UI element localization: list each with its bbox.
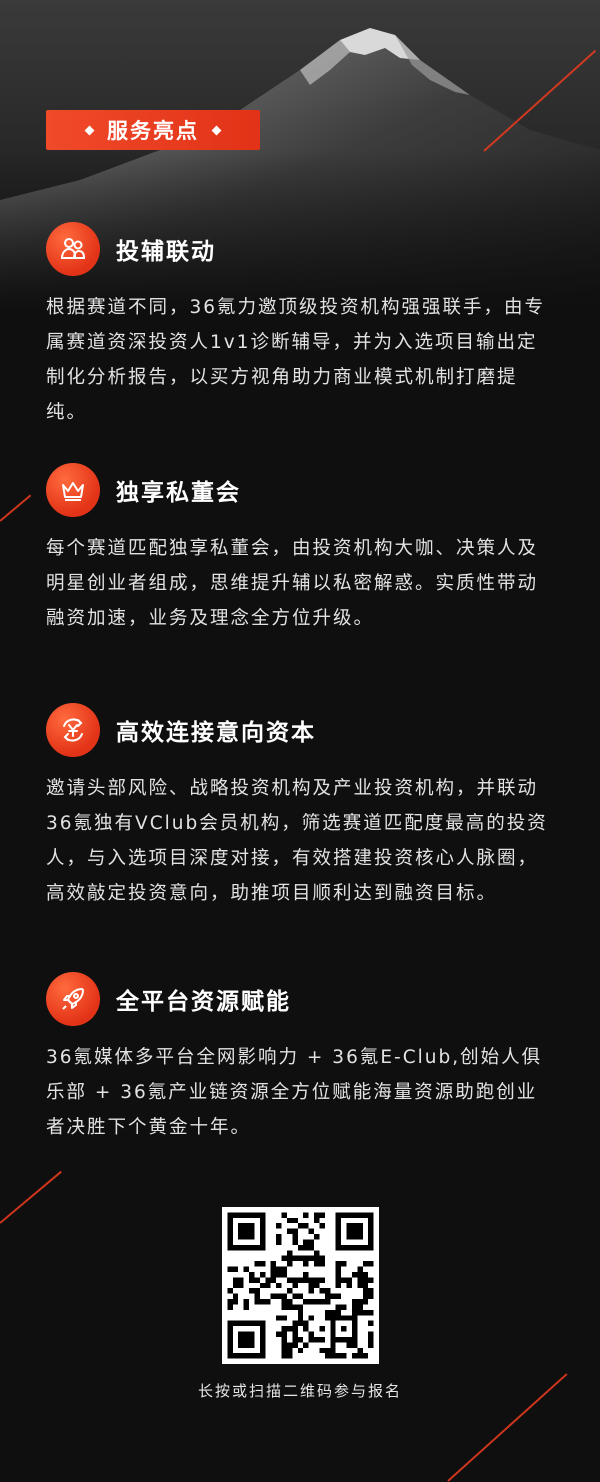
section-tag: 服务亮点 — [46, 110, 260, 150]
accent-line — [0, 494, 32, 522]
feature-title: 高效连接意向资本 — [116, 720, 316, 746]
feature-description: 根据赛道不同，36氪力邀顶级投资机构强强联手，由专属赛道资深投资人1v1诊断辅导… — [46, 297, 546, 423]
qr-code[interactable] — [222, 1207, 379, 1364]
qr-caption: 长按或扫描二维码参与报名 — [197, 1382, 402, 1400]
feature-description: 36氪媒体多平台全网影响力 + 36氪E-Club,创始人俱乐部 + 36氪产业… — [46, 1047, 543, 1138]
feature-block: 高效连接意向资本 邀请头部风险、战略投资机构及产业投资机构，并联动36氪独有VC… — [46, 703, 556, 911]
diamond-icon — [211, 125, 222, 135]
diamond-icon — [84, 125, 95, 135]
accent-line — [0, 1170, 62, 1224]
feature-block: 全平台资源赋能 36氪媒体多平台全网影响力 + 36氪E-Club,创始人俱乐部… — [46, 972, 556, 1145]
feature-title: 投辅联动 — [116, 239, 216, 265]
feature-description: 邀请头部风险、战略投资机构及产业投资机构，并联动36氪独有VClub会员机构，筛… — [46, 778, 548, 904]
rocket-icon — [46, 972, 100, 1026]
feature-title: 全平台资源赋能 — [116, 989, 291, 1015]
feature-title: 独享私董会 — [116, 480, 241, 506]
people-icon — [46, 222, 100, 276]
poster-page: 服务亮点 投辅联动 根据赛道不同，36氪力邀顶级投资机构强强联手，由专属赛道资深… — [0, 0, 600, 1482]
feature-block: 独享私董会 每个赛道匹配独享私董会，由投资机构大咖、决策人及明星创业者组成，思维… — [46, 463, 556, 636]
yuan-cycle-icon — [46, 703, 100, 757]
section-tag-label: 服务亮点 — [107, 119, 199, 143]
feature-block: 投辅联动 根据赛道不同，36氪力邀顶级投资机构强强联手，由专属赛道资深投资人1v… — [46, 222, 556, 430]
feature-description: 每个赛道匹配独享私董会，由投资机构大咖、决策人及明星创业者组成，思维提升辅以私密… — [46, 538, 539, 629]
crown-icon — [46, 463, 100, 517]
